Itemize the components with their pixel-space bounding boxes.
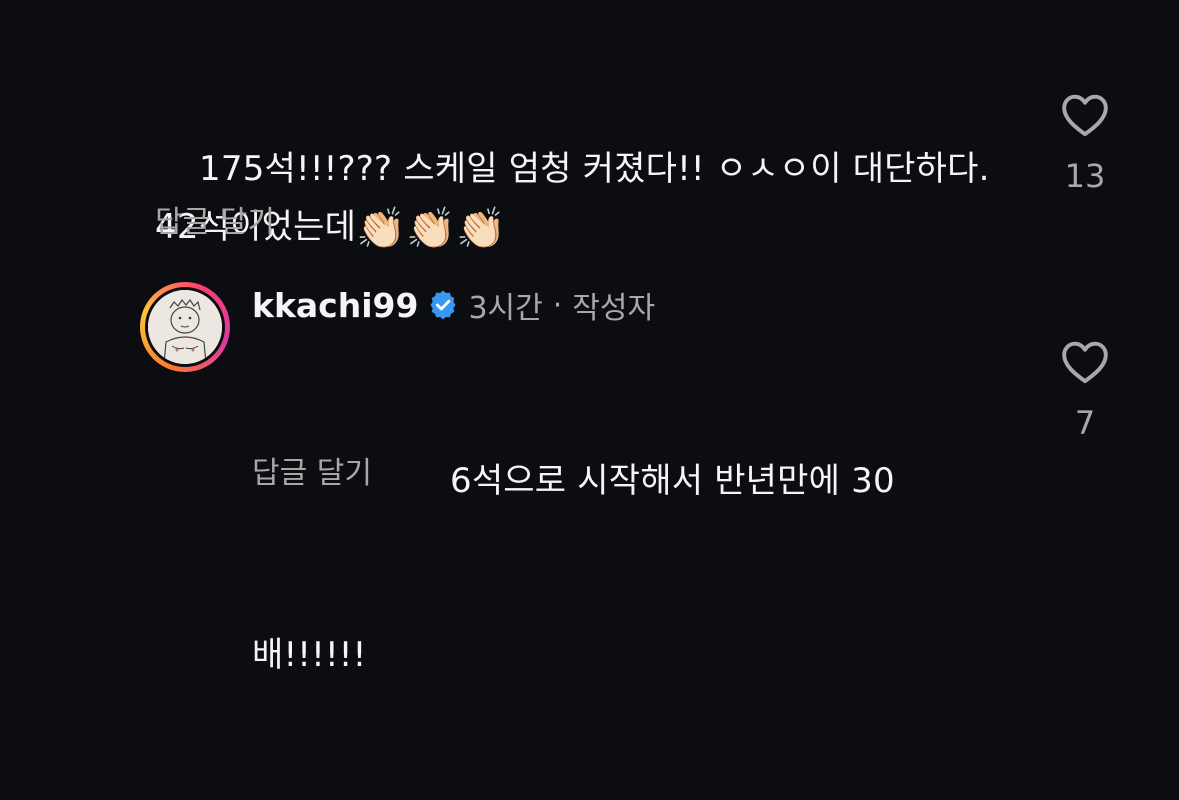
heart-icon[interactable]	[1060, 339, 1110, 385]
sketch-portrait-icon	[148, 290, 222, 364]
like-column: 13	[1045, 92, 1125, 194]
avatar[interactable]	[140, 282, 230, 372]
reply-button[interactable]: 답글 달기	[155, 205, 275, 241]
like-count: 13	[1064, 157, 1106, 195]
comment-body: 175석!!!??? 스케일 엄청 커졌다!! ㅇㅅㅇ이 대단하다. 42석이었…	[155, 149, 1001, 247]
comment-header: kkachi99 3시간 · 작성자	[252, 283, 655, 327]
verified-badge-icon	[430, 290, 456, 320]
comment-item: kkachi99 3시간 · 작성자 6석으로 시작해서 반년만에 30 배!!…	[0, 255, 1179, 675]
comment-time: 3시간	[468, 291, 543, 326]
comment-text: 6석으로 시작해서 반년만에 30 배!!!!!!	[252, 336, 1012, 800]
avatar-ring-inner	[145, 287, 225, 367]
reply-button[interactable]: 답글 달기	[252, 456, 372, 492]
like-count: 7	[1074, 404, 1096, 442]
comment-item: 175석!!!??? 스케일 엄청 커졌다!! ㅇㅅㅇ이 대단하다. 42석이었…	[0, 0, 1179, 255]
heart-icon[interactable]	[1060, 92, 1110, 138]
like-column: 7	[1045, 339, 1125, 441]
comment-line-2: 배!!!!!!	[252, 635, 367, 675]
meta-separator: ·	[552, 287, 563, 323]
author-label: 작성자	[572, 291, 656, 326]
avatar-image	[148, 290, 222, 364]
clapping-hands-emoji: 👏🏻👏🏻👏🏻	[356, 205, 507, 252]
username[interactable]: kkachi99	[252, 286, 418, 325]
